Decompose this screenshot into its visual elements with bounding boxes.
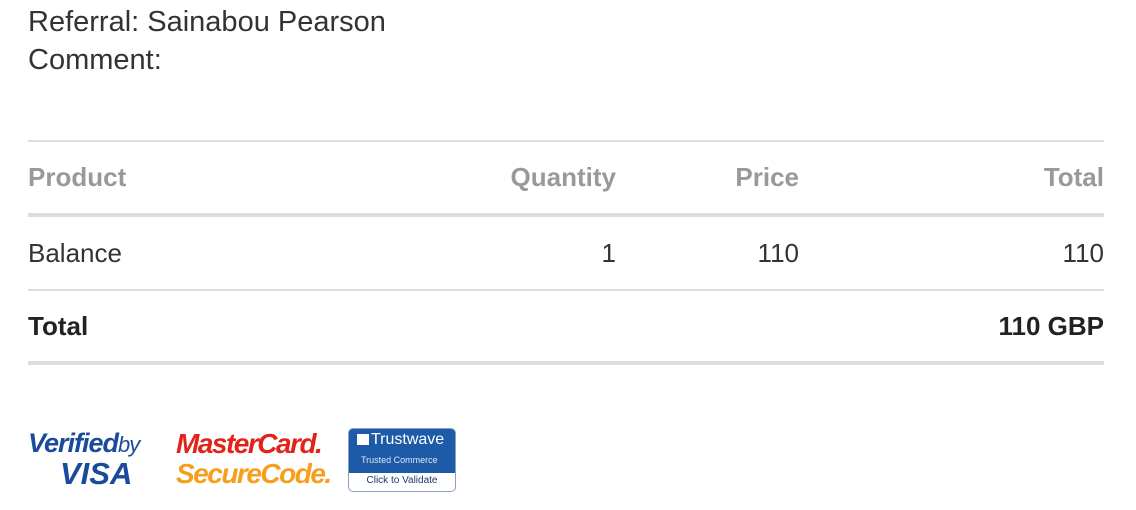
header-total: Total (799, 141, 1104, 217)
trustwave-validate-link[interactable]: Click to Validate (349, 475, 455, 486)
header-quantity: Quantity (428, 141, 616, 217)
total-amount: 110 GBP (998, 310, 1104, 341)
vbv-verified: Verified (28, 428, 119, 458)
trustwave-brand-text: Trustwave (371, 431, 445, 448)
cell-total: 110 (1062, 237, 1104, 268)
order-info-comment: Comment: (28, 41, 162, 79)
securecode-text: SecureCode. (176, 458, 332, 489)
table-row: Balance 1 110 110 (28, 215, 1104, 290)
vbv-visa-text: VISA (60, 456, 133, 491)
cell-price: 110 (757, 237, 799, 268)
mastercard-securecode-logo[interactable]: MasterCard. SecureCode. (176, 428, 336, 489)
header-price: Price (616, 141, 799, 217)
header-product: Product (28, 141, 428, 217)
trustwave-brand: Trustwave (357, 431, 444, 449)
trustwave-flag-icon (357, 434, 369, 445)
referral-name: Sainabou Pearson (147, 6, 386, 38)
order-summary-table: Product Quantity Price Total Balance 1 1… (28, 140, 1104, 365)
table-header-row: Product Quantity Price Total (28, 141, 1104, 217)
trustwave-seal[interactable]: Trustwave Trusted Commerce Click to Vali… (348, 428, 456, 492)
referral-label: Referral: (28, 6, 140, 38)
trustwave-header: Trustwave Trusted Commerce (349, 429, 455, 473)
vbv-line1: Verifiedby (28, 428, 140, 459)
vbv-by: by (118, 432, 140, 457)
order-info-referral: Referral: Sainabou Pearson (28, 3, 386, 41)
trustwave-subtitle: Trusted Commerce (361, 455, 438, 465)
cell-product: Balance (28, 237, 122, 268)
total-label: Total (28, 310, 89, 341)
verified-by-visa-logo[interactable]: Verifiedby VISA (28, 428, 158, 491)
cell-quantity: 1 (601, 237, 616, 268)
total-empty-qty (428, 290, 616, 363)
total-empty-price (616, 290, 799, 363)
mastercard-text: MasterCard. (176, 428, 323, 459)
table-total-row: Total 110 GBP (28, 290, 1104, 363)
comment-label: Comment: (28, 44, 162, 76)
